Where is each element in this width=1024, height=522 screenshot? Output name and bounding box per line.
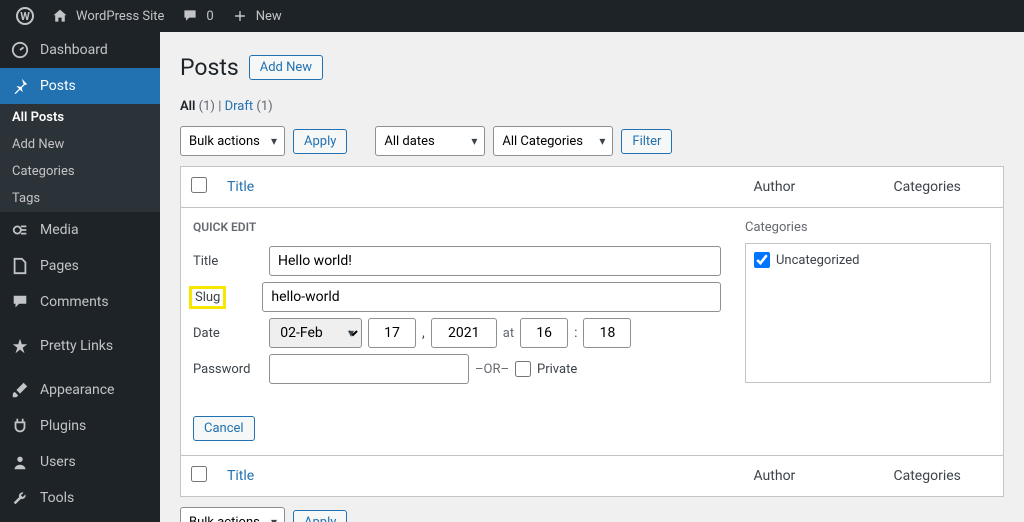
qe-title-label: Title (193, 254, 269, 269)
post-status-filters: All (1) | Draft (1) (180, 99, 1004, 114)
select-all-checkbox-bottom[interactable] (191, 466, 207, 482)
bulk-actions-select[interactable]: Bulk actions (180, 126, 285, 156)
sidebar-item-comments[interactable]: Comments (0, 284, 160, 320)
wp-logo-menu[interactable]: W (8, 0, 42, 32)
qe-password-label: Password (193, 362, 269, 377)
qe-password-input[interactable] (269, 354, 469, 384)
filter-all[interactable]: All (1) (180, 99, 215, 114)
posts-table: Title Author Categories QUICK EDIT Title (180, 166, 1004, 497)
star-icon (10, 336, 30, 356)
sidebar-label: Appearance (40, 382, 114, 398)
column-categories: Categories (884, 167, 1004, 208)
sidebar-label: Pages (40, 258, 79, 274)
plug-icon (10, 416, 30, 436)
column-author-footer: Author (744, 456, 884, 497)
site-name: WordPress Site (76, 9, 164, 24)
qe-or-label: –OR– (475, 362, 509, 377)
bulk-actions-select-bottom[interactable]: Bulk actions (180, 507, 285, 522)
home-icon (50, 6, 70, 26)
qe-cat-uncategorized-label: Uncategorized (776, 253, 859, 268)
sidebar-item-dashboard[interactable]: Dashboard (0, 32, 160, 68)
page-title: Posts (180, 54, 239, 81)
qe-minute-input[interactable] (583, 318, 631, 348)
sidebar-item-tools[interactable]: Tools (0, 480, 160, 516)
qe-categories-heading: Categories (745, 220, 991, 235)
qe-at-label: at (503, 326, 514, 341)
quick-edit-heading: QUICK EDIT (193, 220, 721, 234)
qe-slug-input[interactable] (262, 282, 721, 312)
qe-title-input[interactable] (269, 246, 721, 276)
sidebar-sub-tags[interactable]: Tags (0, 185, 160, 212)
sidebar-label: Pretty Links (40, 338, 113, 354)
sidebar-item-plugins[interactable]: Plugins (0, 408, 160, 444)
qe-day-input[interactable] (368, 318, 416, 348)
new-content-link[interactable]: New (222, 0, 290, 32)
new-label: New (256, 9, 282, 24)
wordpress-logo-icon: W (16, 7, 34, 25)
qe-date-label: Date (193, 326, 269, 341)
apply-button-top[interactable]: Apply (293, 129, 347, 154)
sidebar-label: Comments (40, 294, 109, 310)
qe-year-input[interactable] (431, 318, 497, 348)
comments-link[interactable]: 0 (172, 0, 221, 32)
comment-count: 0 (206, 9, 213, 24)
sidebar-sub-categories[interactable]: Categories (0, 158, 160, 185)
speech-bubble-icon (10, 292, 30, 312)
column-title[interactable]: Title (227, 179, 254, 195)
gauge-icon (10, 40, 30, 60)
media-icon (10, 220, 30, 240)
qe-private-label: Private (537, 362, 577, 377)
main-content: Posts Add New All (1) | Draft (1) Bulk a… (160, 32, 1024, 522)
add-new-button[interactable]: Add New (249, 55, 323, 80)
qe-categories-box: Uncategorized (745, 243, 991, 383)
plus-icon (230, 6, 250, 26)
sidebar-label: Dashboard (40, 42, 108, 58)
site-home-link[interactable]: WordPress Site (42, 0, 172, 32)
user-icon (10, 452, 30, 472)
sidebar-item-posts[interactable]: Posts (0, 68, 160, 104)
page-icon (10, 256, 30, 276)
sidebar-label: Plugins (40, 418, 86, 434)
qe-month-select[interactable]: 02-Feb (269, 318, 362, 348)
sidebar-item-pages[interactable]: Pages (0, 248, 160, 284)
qe-slug-label: Slug (193, 290, 222, 305)
qe-hour-input[interactable] (520, 318, 568, 348)
sidebar-label: Tools (40, 490, 74, 506)
column-title-footer[interactable]: Title (227, 468, 254, 484)
category-filter-select[interactable]: All Categories (493, 126, 613, 156)
sidebar-sub-add-new[interactable]: Add New (0, 131, 160, 158)
admin-topbar: W WordPress Site 0 New (0, 0, 1024, 32)
wrench-icon (10, 488, 30, 508)
sidebar-item-users[interactable]: Users (0, 444, 160, 480)
admin-sidebar: Dashboard Posts All Posts Add New Catego… (0, 32, 160, 522)
sidebar-item-prettylinks[interactable]: Pretty Links (0, 328, 160, 364)
sidebar-sub-all-posts[interactable]: All Posts (0, 104, 160, 131)
sidebar-label: Users (40, 454, 76, 470)
sidebar-item-media[interactable]: Media (0, 212, 160, 248)
apply-button-bottom[interactable]: Apply (293, 510, 347, 522)
cancel-button[interactable]: Cancel (193, 416, 255, 441)
qe-private-checkbox[interactable] (515, 361, 531, 377)
date-filter-select[interactable]: All dates (375, 126, 485, 156)
qe-cat-uncategorized-checkbox[interactable] (754, 252, 770, 268)
sidebar-submenu-posts: All Posts Add New Categories Tags (0, 104, 160, 212)
filter-draft[interactable]: Draft (1) (225, 99, 273, 114)
brush-icon (10, 380, 30, 400)
filter-button[interactable]: Filter (621, 129, 672, 154)
pushpin-icon (10, 76, 30, 96)
sidebar-item-appearance[interactable]: Appearance (0, 372, 160, 408)
speech-bubble-icon (180, 6, 200, 26)
column-author: Author (744, 167, 884, 208)
sidebar-label: Posts (40, 78, 76, 94)
column-categories-footer: Categories (884, 456, 1004, 497)
sidebar-label: Media (40, 222, 79, 238)
select-all-checkbox-top[interactable] (191, 177, 207, 193)
